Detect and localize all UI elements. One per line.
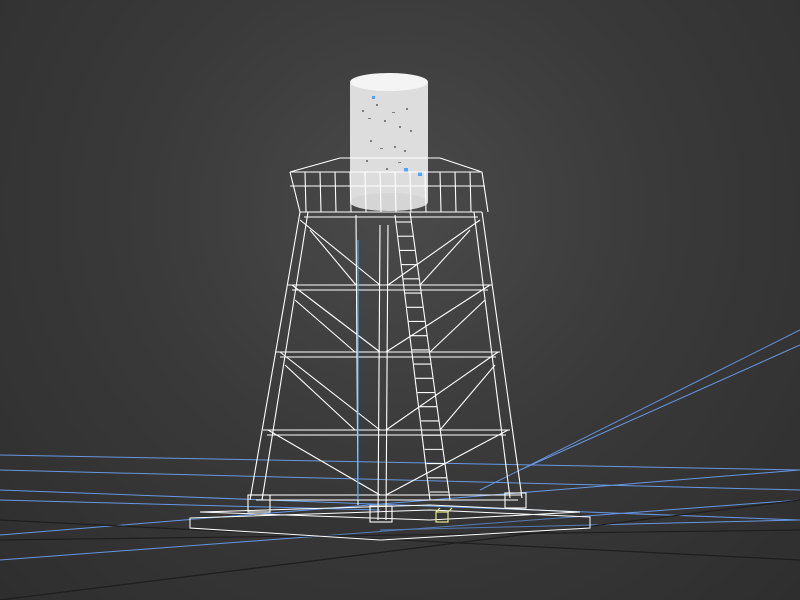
leg-right-inner bbox=[473, 211, 511, 499]
brace-12 bbox=[284, 364, 356, 431]
railing-post bbox=[454, 171, 457, 213]
leg-right bbox=[481, 211, 523, 499]
railing-left bbox=[289, 171, 301, 213]
railing-post bbox=[304, 171, 307, 213]
brace-5 bbox=[385, 351, 499, 431]
railing-corner-l bbox=[289, 157, 341, 173]
brace-3 bbox=[385, 284, 491, 353]
tower-wireframe[interactable] bbox=[247, 157, 527, 523]
railing-post bbox=[334, 171, 337, 213]
foot-block bbox=[247, 494, 271, 513]
railing-post bbox=[439, 171, 442, 213]
viewport-scene bbox=[0, 73, 800, 600]
brace-6 bbox=[267, 429, 381, 496]
water-tank[interactable] bbox=[350, 73, 428, 211]
brace-13 bbox=[439, 364, 496, 431]
3d-viewport[interactable] bbox=[0, 0, 800, 600]
brace-4 bbox=[279, 351, 381, 431]
leg-center bbox=[377, 224, 381, 521]
brace-1 bbox=[387, 219, 481, 286]
brace-0 bbox=[299, 219, 381, 286]
railing-post bbox=[319, 171, 322, 213]
railing-post bbox=[469, 171, 472, 213]
brace-2 bbox=[291, 284, 381, 353]
brace-8 bbox=[309, 229, 357, 286]
railing-corner-r bbox=[439, 157, 483, 173]
brace-11 bbox=[429, 299, 486, 353]
leg-left bbox=[249, 211, 301, 501]
railing-right bbox=[481, 171, 489, 213]
leg-center-inner bbox=[385, 224, 389, 521]
